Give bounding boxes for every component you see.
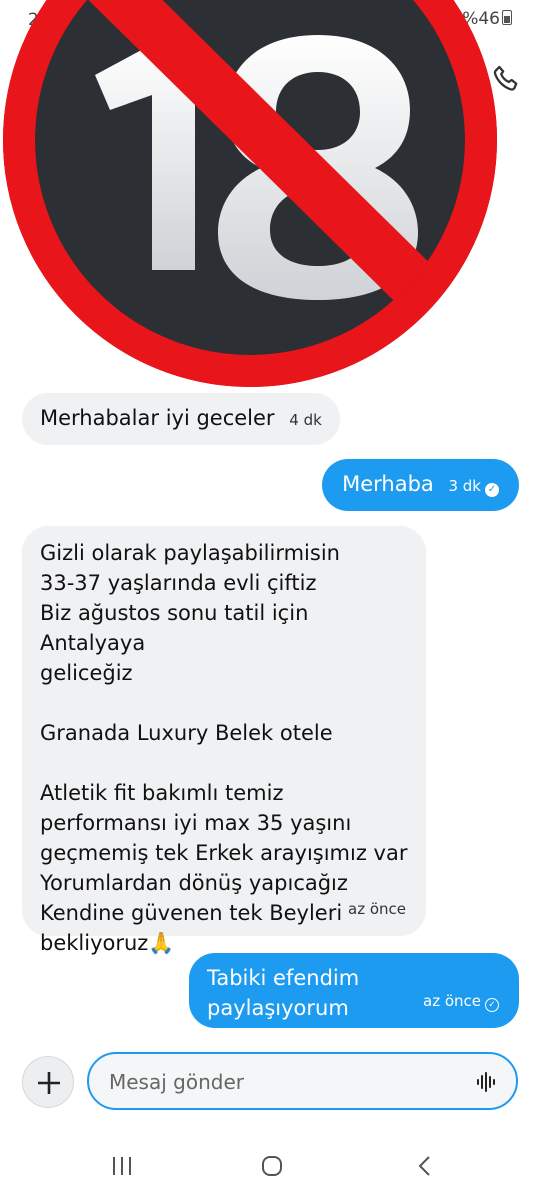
message-line-blank (40, 688, 408, 718)
message-time: az önce (423, 992, 481, 1010)
no-under-18-icon (3, 0, 497, 387)
message-bubble-outgoing[interactable]: Tabiki efendim paylaşıyorum az önce ✓ (189, 953, 519, 1028)
message-text: Merhabalar iyi geceler (40, 406, 275, 430)
check-filled-icon: ✓ (485, 483, 499, 497)
recents-icon[interactable] (110, 1154, 134, 1178)
message-line: Atletik fit bakımlı temiz (40, 781, 284, 805)
call-button[interactable] (490, 62, 524, 96)
no-under-18-sticker (0, 0, 500, 400)
message-line: Biz ağustos sonu tatil için Antalyaya (40, 601, 309, 655)
message-composer[interactable] (87, 1052, 518, 1110)
message-bubble-outgoing[interactable]: Merhaba 3 dk ✓ (322, 459, 519, 511)
message-bubble-incoming[interactable]: Gizli olarak paylaşabilirmisin 33-37 yaş… (22, 526, 426, 955)
battery-icon (502, 10, 512, 25)
system-nav-bar (0, 1140, 540, 1200)
message-line-blank (40, 748, 408, 778)
message-line: Granada Luxury Belek otele (40, 721, 333, 745)
phone-icon (493, 65, 518, 91)
message-text: Merhaba (342, 472, 434, 496)
home-icon[interactable] (260, 1154, 284, 1178)
message-line: geçmemiş tek Erkek arayışımız var (40, 841, 408, 865)
plus-icon (38, 1072, 60, 1094)
message-line: 33-37 yaşlarında evli çiftiz (40, 571, 317, 595)
message-time-row: az önce ✓ (423, 986, 499, 1016)
message-bubble-incoming[interactable]: Merhabalar iyi geceler 4 dk (22, 393, 340, 445)
message-time: az önce (348, 900, 406, 918)
back-icon[interactable] (414, 1154, 438, 1178)
message-line: Gizli olarak paylaşabilirmisin (40, 541, 340, 565)
add-attachment-button[interactable] (22, 1056, 74, 1108)
message-input[interactable] (107, 1064, 451, 1100)
check-outline-icon: ✓ (485, 998, 499, 1012)
message-line: performansı iyi max 35 yaşını (40, 811, 352, 835)
message-time: 4 dk (289, 411, 322, 429)
message-line: geliceğiz (40, 661, 133, 685)
voice-wave-icon[interactable] (476, 1071, 498, 1093)
message-time: 3 dk (448, 477, 481, 495)
